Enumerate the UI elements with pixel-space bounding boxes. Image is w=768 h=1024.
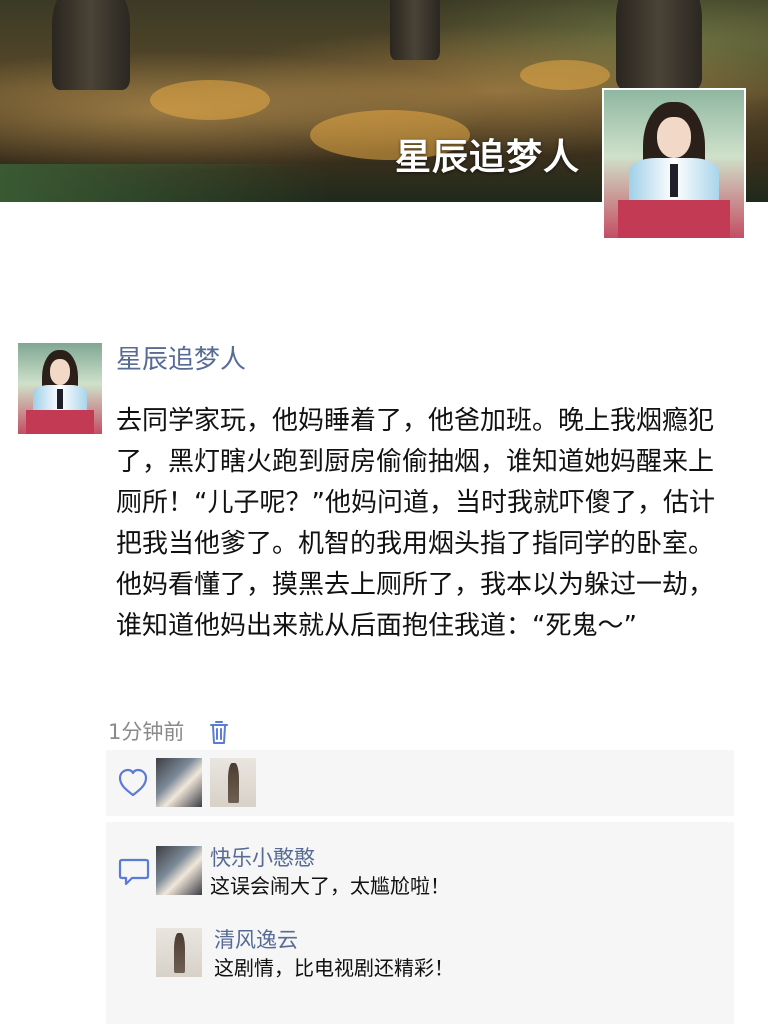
sunlight-spot	[520, 60, 610, 90]
post-time: 1分钟前	[108, 720, 185, 744]
portrait-illustration	[18, 343, 102, 434]
commenter-avatar[interactable]	[156, 846, 202, 895]
tree-trunk	[616, 0, 702, 90]
person-photo	[174, 932, 185, 974]
liker-avatar[interactable]	[210, 758, 256, 807]
comment-bubble-icon[interactable]	[116, 854, 152, 888]
comment-text: 这剧情，比电视剧还精彩！	[214, 956, 454, 980]
moments-page: 星辰追梦人 星辰追梦人 去同学家玩，他妈睡着了，他爸加班。晚上我烟瘾犯了，黑灯瞎…	[0, 0, 768, 1024]
commenter-avatar[interactable]	[156, 928, 202, 977]
commenter-name[interactable]: 清风逸云	[214, 926, 298, 954]
heart-icon[interactable]	[116, 766, 150, 800]
profile-avatar[interactable]	[602, 88, 746, 240]
liker-avatar[interactable]	[156, 758, 202, 807]
comment-text: 这误会闹大了，太尴尬啦！	[210, 874, 450, 898]
moss	[0, 164, 330, 202]
likes-bar	[106, 750, 734, 816]
sunlight-spot	[150, 80, 270, 120]
post-author-avatar[interactable]	[18, 343, 102, 434]
tree-trunk	[390, 0, 440, 60]
post-meta: 1分钟前	[108, 716, 230, 748]
post-content: 去同学家玩，他妈睡着了，他爸加班。晚上我烟瘾犯了，黑灯瞎火跑到厨房偷偷抽烟，谁知…	[116, 406, 715, 641]
commenter-name[interactable]: 快乐小憨憨	[210, 844, 315, 872]
portrait-illustration	[604, 90, 744, 238]
trash-icon[interactable]	[208, 719, 230, 745]
person-photo	[228, 762, 239, 804]
tree-trunk	[52, 0, 130, 90]
comments-section: 快乐小憨憨 这误会闹大了，太尴尬啦！ 清风逸云 这剧情，比电视剧还精彩！	[106, 822, 734, 1024]
cover-username: 星辰追梦人	[394, 137, 580, 178]
post-author-name[interactable]: 星辰追梦人	[116, 342, 246, 378]
